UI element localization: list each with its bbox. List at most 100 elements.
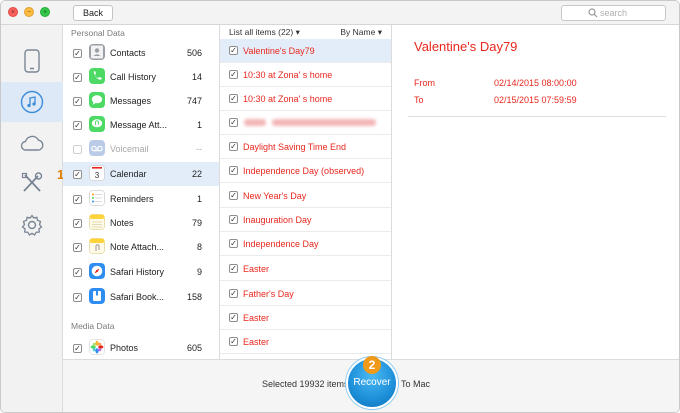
category-label: Safari Book... (110, 292, 165, 302)
icloud-tool-button[interactable] (1, 123, 63, 163)
category-count: 9 (196, 267, 202, 277)
search-field[interactable]: search (561, 5, 666, 21)
category-count: 605 (186, 343, 202, 353)
list-item[interactable]: ✓ Inauguration Day (220, 208, 391, 232)
voicemail-checkbox (73, 145, 82, 154)
item-list-panel: List all items (22) ▾ By Name ▾ ✓ Valent… (220, 25, 392, 359)
category-safari-bookmarks[interactable]: ✓ Safari Book... 158 (63, 285, 219, 309)
settings-tool-button[interactable] (1, 205, 63, 245)
category-label: Calendar (110, 169, 147, 179)
list-item[interactable]: ✓ Daylight Saving Time End (220, 135, 391, 159)
messages-icon (89, 92, 105, 108)
category-label: Call History (110, 72, 157, 82)
list-all-items-dropdown[interactable]: List all items (22) ▾ (229, 27, 300, 38)
zoom-window-button[interactable]: + (40, 7, 50, 17)
list-item[interactable]: ✓ Easter (220, 257, 391, 281)
category-reminders[interactable]: ✓ Reminders 1 (63, 187, 219, 211)
list-item[interactable]: ✓ Independence Day (observed) (220, 159, 391, 183)
cloud-icon (20, 135, 44, 151)
list-item[interactable]: ✓ Easter (220, 330, 391, 354)
list-item-redacted[interactable]: ✓ (220, 111, 391, 135)
category-call-history[interactable]: ✓ Call History 14 (63, 65, 219, 89)
item-checkbox[interactable]: ✓ (229, 215, 238, 224)
item-checkbox[interactable]: ✓ (229, 289, 238, 298)
list-item[interactable]: ✓ Father's Day (220, 282, 391, 306)
to-label: To (414, 95, 424, 105)
item-checkbox[interactable]: ✓ (229, 94, 238, 103)
close-window-button[interactable]: × (8, 7, 18, 17)
note-attachment-icon (89, 238, 105, 254)
detail-title: Valentine's Day79 (414, 39, 518, 54)
safari-bookmarks-checkbox[interactable]: ✓ (73, 293, 82, 302)
safari-bookmark-icon (89, 288, 105, 304)
list-item[interactable]: ✓ Easter (220, 306, 391, 330)
step-2-badge: 2 (363, 356, 381, 374)
category-contacts[interactable]: ✓ Contacts 506 (63, 41, 219, 65)
category-count: 747 (186, 96, 202, 106)
from-value: 02/14/2015 08:00:00 (494, 78, 577, 88)
tools-tool-button[interactable] (1, 163, 63, 203)
itunes-tool-button[interactable] (1, 82, 63, 122)
item-checkbox[interactable]: ✓ (229, 337, 238, 346)
category-label: Contacts (110, 48, 146, 58)
notes-checkbox[interactable]: ✓ (73, 219, 82, 228)
category-calendar[interactable]: ✓ 3 Calendar 22 (63, 162, 219, 186)
call-history-checkbox[interactable]: ✓ (73, 73, 82, 82)
reminders-checkbox[interactable]: ✓ (73, 195, 82, 204)
item-checkbox[interactable]: ✓ (229, 118, 238, 127)
category-safari-history[interactable]: ✓ Safari History 9 (63, 260, 219, 284)
device-tool-button[interactable] (1, 41, 63, 81)
category-voicemail: Voicemail -- (63, 137, 219, 161)
item-checkbox[interactable]: ✓ (229, 70, 238, 79)
category-count: 158 (186, 292, 202, 302)
item-title: New Year's Day (243, 191, 307, 201)
item-title: Daylight Saving Time End (243, 142, 347, 152)
list-item[interactable]: ✓ 10:30 at Zona' s home (220, 87, 391, 111)
item-checkbox[interactable]: ✓ (229, 239, 238, 248)
photos-checkbox[interactable]: ✓ (73, 344, 82, 353)
calendar-checkbox[interactable]: ✓ (73, 170, 82, 179)
detail-panel: Valentine's Day79 From 02/14/2015 08:00:… (392, 25, 679, 359)
category-message-attachments[interactable]: ✓ Message Att... 1 (63, 113, 219, 137)
list-item[interactable]: ✓ Independence Day (220, 232, 391, 256)
chevron-down-icon: ▾ (295, 27, 300, 37)
personal-data-label: Personal Data (71, 28, 125, 38)
item-checkbox[interactable]: ✓ (229, 166, 238, 175)
category-label: Messages (110, 96, 152, 106)
safari-history-checkbox[interactable]: ✓ (73, 268, 82, 277)
item-title: Independence Day (observed) (243, 166, 365, 176)
item-title: Valentine's Day79 (243, 46, 315, 56)
item-checkbox[interactable]: ✓ (229, 142, 238, 151)
list-item[interactable]: ✓ Valentine's Day79 (220, 39, 391, 63)
list-item[interactable]: ✓ 10:30 at Zona' s home (220, 63, 391, 87)
item-checkbox[interactable]: ✓ (229, 46, 238, 55)
svg-text:3: 3 (95, 171, 100, 180)
minimize-window-button[interactable]: − (24, 7, 34, 17)
back-button[interactable]: Back (73, 5, 113, 21)
note-attachments-checkbox[interactable]: ✓ (73, 243, 82, 252)
message-attachments-checkbox[interactable]: ✓ (73, 121, 82, 130)
item-checkbox[interactable]: ✓ (229, 264, 238, 273)
list-header: List all items (22) ▾ By Name ▾ (220, 25, 391, 39)
item-title: Independence Day (243, 239, 319, 249)
category-photos[interactable]: ✓ Photos 605 (63, 336, 219, 359)
item-title: Easter (243, 264, 270, 274)
sort-by-name-dropdown[interactable]: By Name ▾ (340, 27, 382, 38)
category-note-attachments[interactable]: ✓ Note Attach... 8 (63, 235, 219, 259)
item-checkbox[interactable]: ✓ (229, 191, 238, 200)
media-data-label: Media Data (71, 321, 115, 331)
chevron-down-icon: ▾ (377, 27, 382, 37)
category-count: 1 (196, 194, 202, 204)
messages-checkbox[interactable]: ✓ (73, 97, 82, 106)
category-count: 79 (191, 218, 202, 228)
contacts-checkbox[interactable]: ✓ (73, 49, 82, 58)
category-messages[interactable]: ✓ Messages 747 (63, 89, 219, 113)
notes-icon (89, 214, 105, 230)
list-item[interactable]: ✓ New Year's Day (220, 184, 391, 208)
item-checkbox[interactable]: ✓ (229, 313, 238, 322)
category-label: Photos (110, 343, 139, 353)
redacted-text (244, 119, 266, 126)
category-label: Note Attach... (110, 242, 165, 252)
music-note-icon (20, 90, 44, 114)
category-notes[interactable]: ✓ Notes 79 (63, 211, 219, 235)
